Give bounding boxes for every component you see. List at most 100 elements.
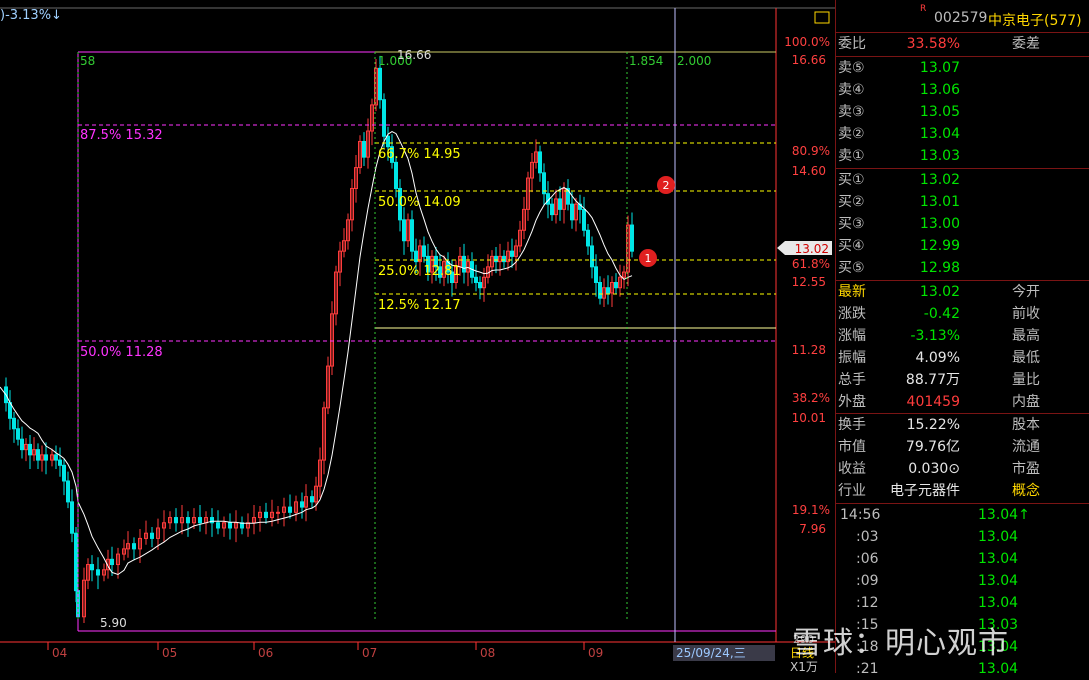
bid-label: 买① bbox=[838, 172, 865, 188]
stat2-label-2: 流通 bbox=[1012, 439, 1040, 455]
candle-body bbox=[44, 454, 48, 461]
candle-body bbox=[228, 522, 232, 529]
axis-price: 7.96 bbox=[799, 522, 826, 536]
bid-price: 13.01 bbox=[919, 194, 960, 210]
candle-body bbox=[410, 219, 414, 252]
ask-row: 卖④ 13.06 bbox=[836, 79, 1089, 101]
stat2-label: 行业 bbox=[838, 483, 866, 499]
candle-body bbox=[90, 564, 94, 571]
tick-time: :06 bbox=[856, 551, 879, 567]
ask-label: 卖② bbox=[838, 126, 865, 142]
candle-body bbox=[264, 511, 268, 519]
month-label: 06 bbox=[258, 646, 273, 660]
month-label: 09 bbox=[588, 646, 603, 660]
candle-body bbox=[276, 511, 280, 514]
candle-body bbox=[614, 282, 618, 289]
candle-body bbox=[402, 219, 406, 242]
ask-price: 13.05 bbox=[919, 104, 960, 120]
tick-row: :06 13.04 bbox=[836, 548, 1089, 570]
candle-body bbox=[96, 569, 100, 576]
stat-row: 外盘 401459 内盘 bbox=[836, 391, 1089, 413]
candle-body bbox=[494, 255, 498, 263]
marker-number: 1 bbox=[645, 252, 652, 265]
kline-chart[interactable]: 04 05 06 07 08 09 日线X1万290 87.5% 15.3250.0% 11… bbox=[0, 0, 835, 673]
tick-price: 13.04 bbox=[978, 595, 1019, 611]
candle-body bbox=[606, 287, 610, 294]
candle-body bbox=[462, 255, 466, 273]
candle-body bbox=[378, 67, 382, 101]
tick-time: 14:56 bbox=[840, 507, 881, 523]
stat2-label-2: 市盈 bbox=[1012, 461, 1040, 477]
candle-body bbox=[28, 443, 32, 456]
candle-body bbox=[132, 543, 136, 550]
tick-time: :03 bbox=[856, 529, 879, 545]
axis-price: 12.55 bbox=[792, 275, 826, 289]
fib-ret-label: 50.0% 14.09 bbox=[378, 195, 461, 210]
bid-label: 买⑤ bbox=[838, 260, 865, 276]
candle-body bbox=[386, 135, 390, 148]
axis-percent: 19.1% bbox=[792, 503, 830, 517]
commission-ratio-label: 委比 bbox=[838, 36, 866, 52]
month-label: 04 bbox=[52, 646, 67, 660]
stock-name[interactable]: 中京电子(577) bbox=[988, 10, 1082, 30]
ask-price: 13.04 bbox=[919, 126, 960, 142]
stock-header: R 002579 中京电子(577) bbox=[836, 4, 1089, 30]
stat-row: 振幅 4.09% 最低 bbox=[836, 347, 1089, 369]
tick-price: 13.04 bbox=[978, 551, 1019, 567]
candle-body bbox=[570, 203, 574, 221]
month-label: 05 bbox=[162, 646, 177, 660]
stat-value: 4.09% bbox=[915, 350, 960, 366]
stat-label: 涨幅 bbox=[838, 328, 866, 344]
stat-value: -3.13% bbox=[910, 328, 960, 344]
candle-body bbox=[20, 438, 24, 451]
candle-body bbox=[362, 140, 366, 158]
fib-ret-label: 25.0% 12.81 bbox=[378, 264, 461, 279]
stat-label-2: 最低 bbox=[1012, 350, 1040, 366]
stat-label-2: 最高 bbox=[1012, 328, 1040, 344]
restore-icon bbox=[814, 11, 830, 24]
fib-fixed-label: 87.5% 15.32 bbox=[80, 128, 163, 143]
candle-body bbox=[598, 282, 602, 299]
candle-body bbox=[300, 501, 304, 508]
bid-label: 买③ bbox=[838, 216, 865, 232]
stat2-value: 79.76亿 bbox=[905, 439, 960, 455]
candle-body bbox=[582, 208, 586, 231]
price-axis: 100.0% 16.66 80.9% 14.60 61.8% 12.55 11.28 38.2… bbox=[777, 35, 832, 536]
candle-body bbox=[110, 558, 114, 566]
ask-row: 卖② 13.04 bbox=[836, 123, 1089, 145]
fib-ret-label: 12.5% 12.17 bbox=[378, 298, 461, 313]
stat2-label: 收益 bbox=[838, 461, 866, 477]
current-price-tag: 13.02 bbox=[795, 242, 829, 256]
candle-body bbox=[474, 276, 478, 284]
stat-label: 振幅 bbox=[838, 350, 866, 366]
ask-label: 卖⑤ bbox=[838, 60, 865, 76]
low-price-label: 5.90 bbox=[100, 616, 127, 630]
tick-price: 13.04 bbox=[978, 529, 1019, 545]
ask-price: 13.06 bbox=[919, 82, 960, 98]
stat2-value: 15.22% bbox=[906, 417, 960, 433]
candle-body bbox=[74, 532, 78, 592]
stat-row: 最新 13.02 今开 bbox=[836, 281, 1089, 303]
high-price-label: 16.66 bbox=[397, 48, 431, 62]
ask-row: 卖① 13.03 bbox=[836, 145, 1089, 167]
candle-body bbox=[422, 245, 426, 257]
stat-value: -0.42 bbox=[923, 306, 960, 322]
candle-body bbox=[590, 245, 594, 268]
stat2-value: 电子元器件 bbox=[890, 483, 960, 499]
stat2-label-2: 股本 bbox=[1012, 417, 1040, 433]
r-mark: R bbox=[920, 4, 927, 14]
bid-row: 买③ 13.00 bbox=[836, 213, 1089, 235]
time-ratio-label: 2.000 bbox=[677, 54, 711, 68]
tick-price: 13.04 bbox=[978, 573, 1019, 589]
candle-body bbox=[594, 266, 598, 284]
quote-panel: R 002579 中京电子(577) 委比 33.58% 委差 卖⑤ 13.07 卖… bbox=[835, 0, 1089, 677]
cursor-date-box: 25/09/24,三 bbox=[673, 645, 775, 661]
candle-body bbox=[150, 532, 154, 539]
stat2-row: 换手 15.22% 股本 bbox=[836, 414, 1089, 436]
axis-percent: 61.8% bbox=[792, 257, 830, 271]
commission-ratio-value: 33.58% bbox=[906, 36, 960, 52]
candle-body bbox=[66, 480, 70, 503]
candle-body bbox=[198, 517, 202, 524]
axis-price: 11.28 bbox=[792, 343, 826, 357]
tick-row: :12 13.04 bbox=[836, 592, 1089, 614]
